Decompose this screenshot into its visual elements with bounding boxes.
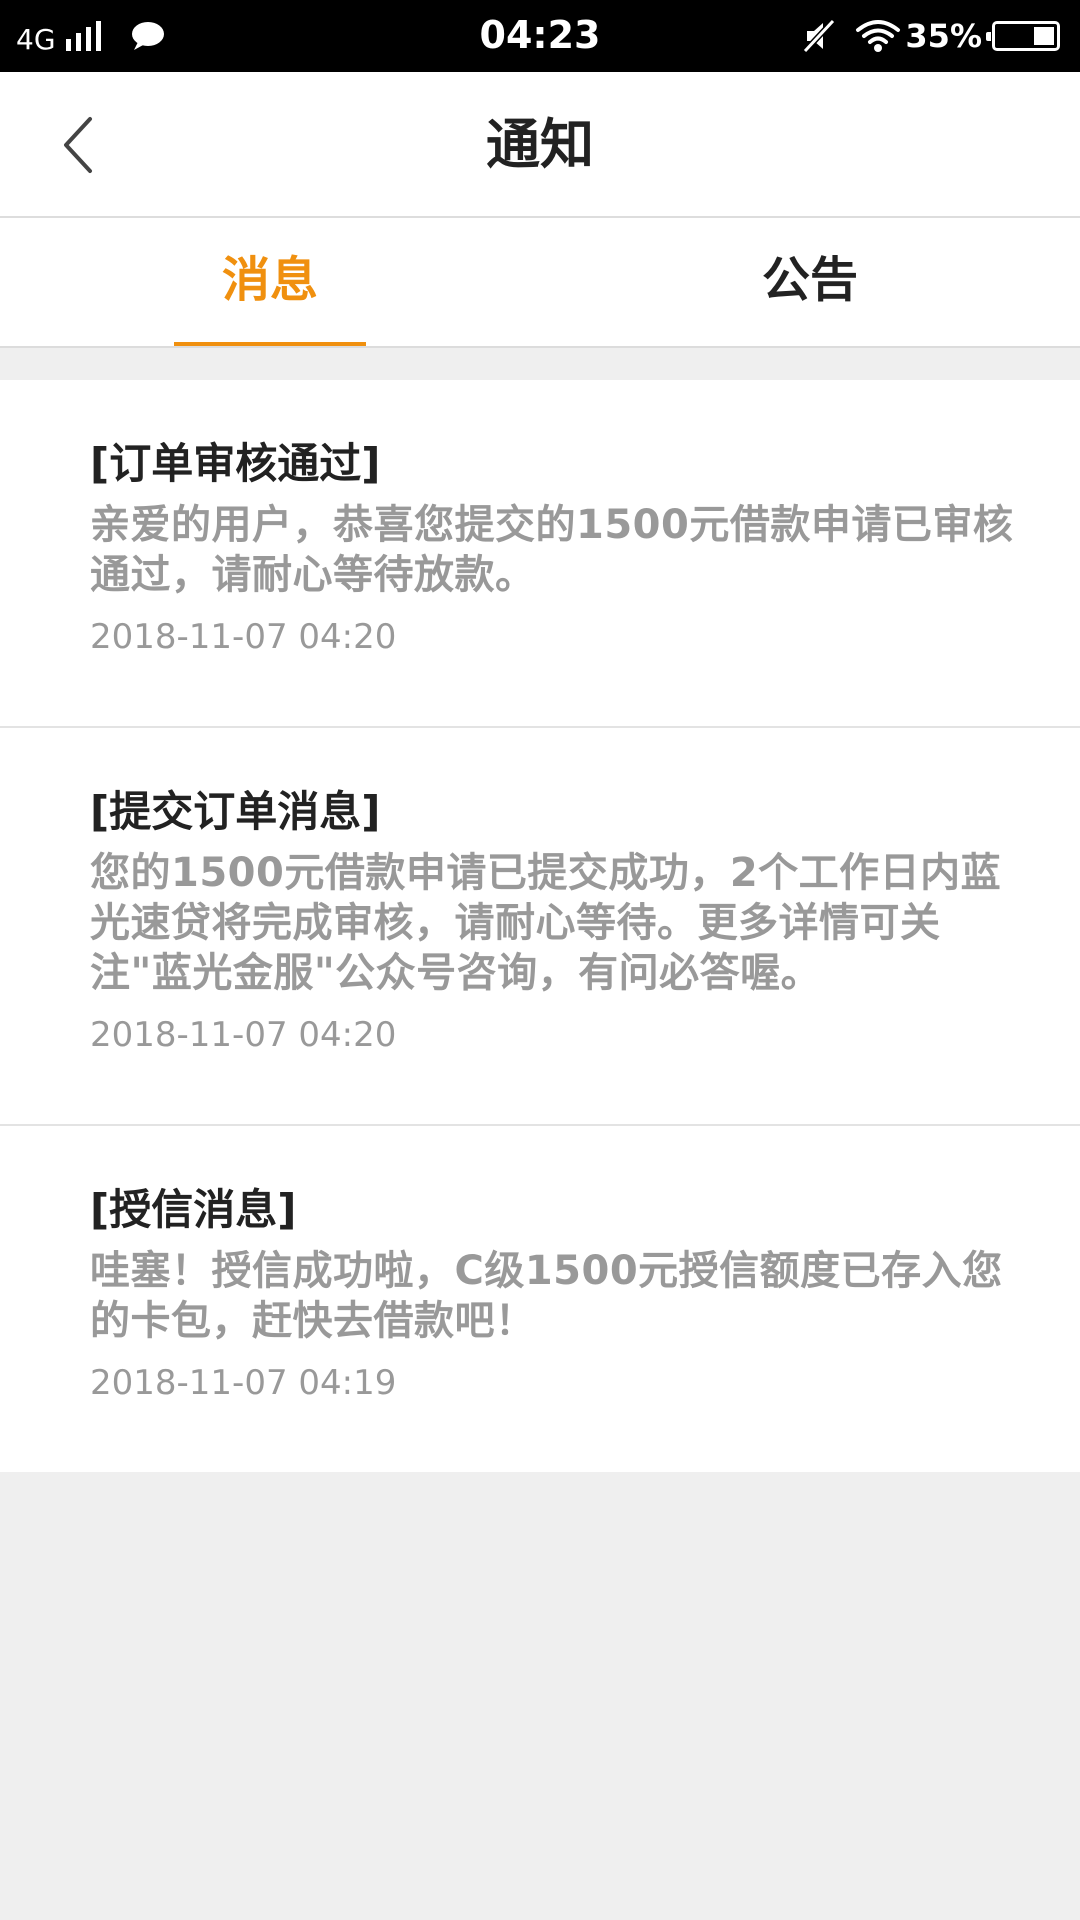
active-tab-indicator (174, 342, 366, 346)
nav-bar: 通知 (0, 72, 1080, 218)
message-time: 2018-11-07 04:20 (90, 1015, 397, 1055)
status-right: 35% (801, 0, 1060, 72)
message-item[interactable]: [提交订单消息] 您的1500元借款申请已提交成功，2个工作日内蓝光速贷将完成审… (0, 728, 1080, 1126)
message-title: [授信消息] (90, 1185, 297, 1234)
message-body: 亲爱的用户，恭喜您提交的1500元借款申请已审核通过，请耐心等待放款。 (90, 502, 1014, 598)
message-item[interactable]: [授信消息] 哇塞！授信成功啦，C级1500元授信额度已存入您的卡包，赶快去借款… (0, 1126, 1080, 1472)
status-bar: 4G 04:23 35% (0, 0, 1080, 72)
tab-announcements[interactable]: 公告 (540, 218, 1080, 346)
message-title: [订单审核通过] (90, 439, 381, 488)
wifi-icon (856, 20, 901, 52)
message-body: 您的1500元借款申请已提交成功，2个工作日内蓝光速贷将完成审核，请耐心等待。更… (90, 850, 1002, 996)
tab-bar: 消息 公告 (0, 218, 1080, 348)
tab-messages[interactable]: 消息 (0, 218, 540, 346)
message-time: 2018-11-07 04:20 (90, 617, 397, 657)
message-item[interactable]: [订单审核通过] 亲爱的用户，恭喜您提交的1500元借款申请已审核通过，请耐心等… (0, 380, 1080, 728)
message-time: 2018-11-07 04:19 (90, 1363, 397, 1403)
page-title: 通知 (486, 113, 594, 176)
message-body: 哇塞！授信成功啦，C级1500元授信额度已存入您的卡包，赶快去借款吧！ (90, 1248, 1003, 1344)
message-title: [提交订单消息] (90, 787, 381, 836)
message-list: [订单审核通过] 亲爱的用户，恭喜您提交的1500元借款申请已审核通过，请耐心等… (0, 380, 1080, 1472)
battery-percent: 35% (905, 17, 982, 55)
battery-icon (986, 21, 1060, 51)
mute-icon (803, 18, 836, 54)
